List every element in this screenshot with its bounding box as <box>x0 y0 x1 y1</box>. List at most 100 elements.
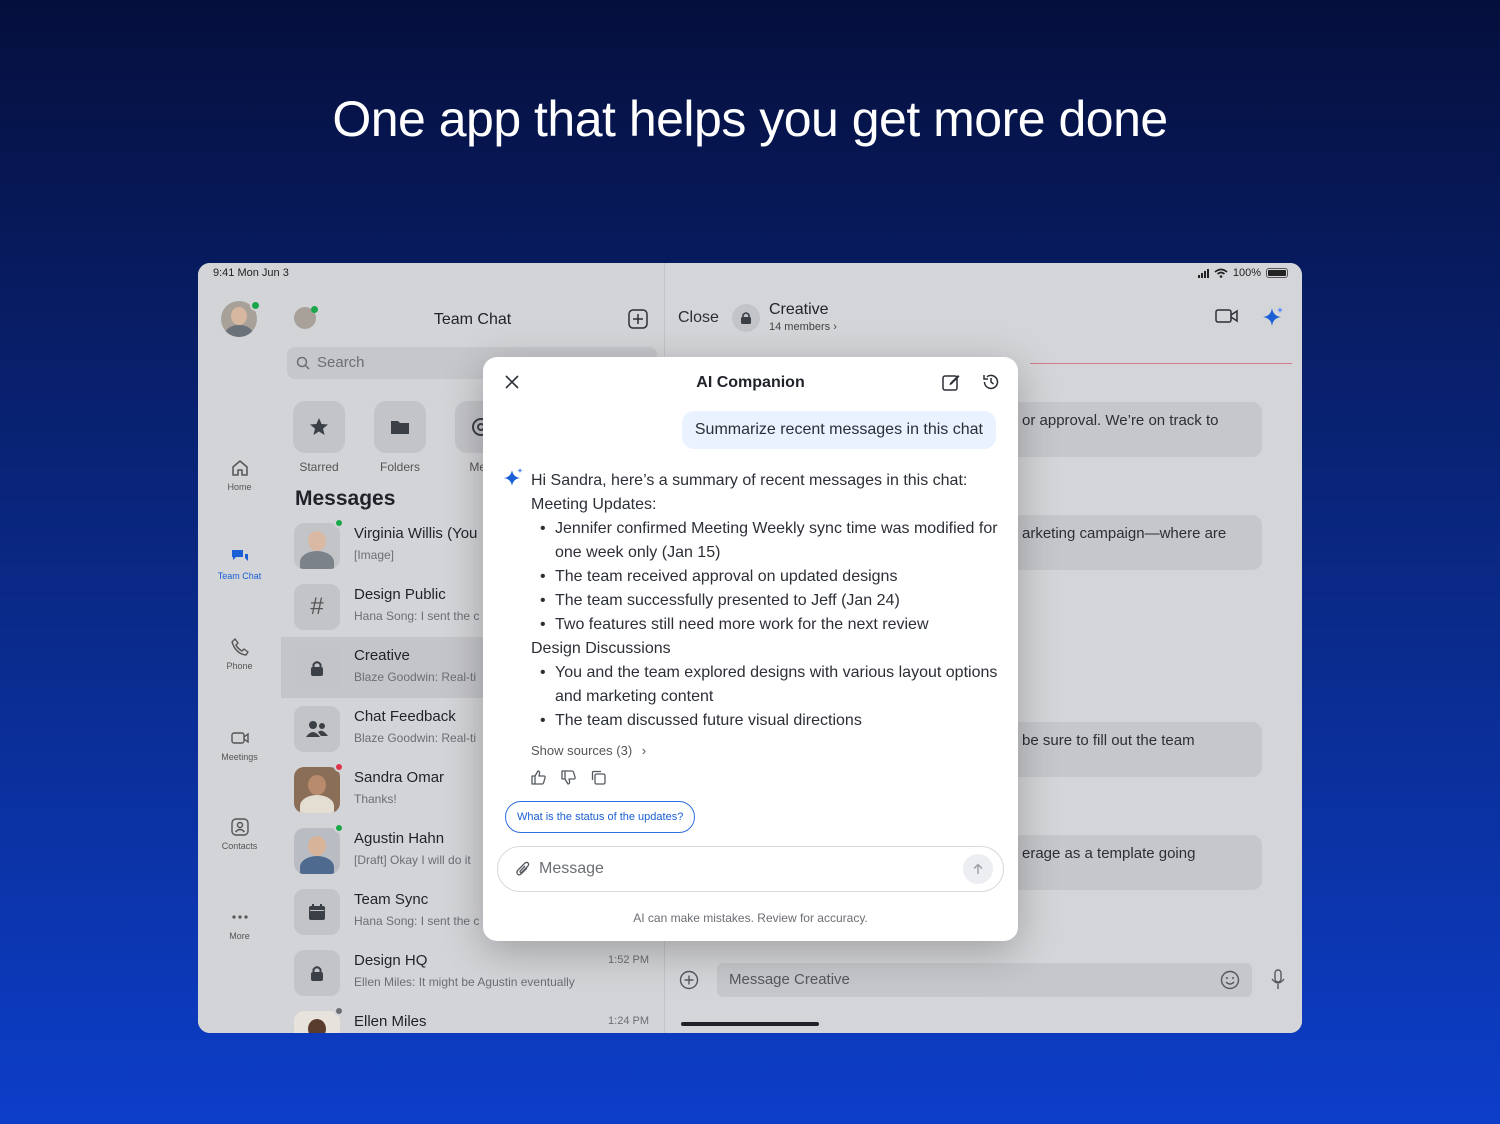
row-name: Ellen Miles <box>354 1013 427 1030</box>
ai-disclaimer: AI can make mistakes. Review for accurac… <box>633 911 868 925</box>
online-status-dot <box>334 518 344 528</box>
chevron-right-icon: › <box>641 743 647 758</box>
list-title: Team Chat <box>433 311 512 328</box>
ai-bullet: The team received approval on updated de… <box>531 565 1001 589</box>
send-button[interactable] <box>963 854 993 884</box>
video-call-icon[interactable] <box>1215 307 1239 325</box>
ai-bullet: Two features still need more work for th… <box>531 613 1001 637</box>
row-preview: [Draft] Okay I will do it <box>354 853 471 867</box>
show-sources-label: Show sources (3) <box>531 743 633 758</box>
row-preview: Ellen Miles: It might be Agustin eventua… <box>354 975 575 989</box>
search-icon <box>296 356 310 370</box>
messages-section-title: Messages <box>295 487 396 510</box>
home-indicator <box>681 1022 819 1026</box>
more-icon <box>231 915 248 919</box>
nav-phone[interactable]: Phone <box>198 637 281 671</box>
row-name: Creative <box>354 647 410 664</box>
emoji-icon[interactable] <box>1220 970 1240 990</box>
message-composer-input[interactable]: Message Creative <box>717 963 1252 997</box>
wifi-icon <box>1214 268 1228 278</box>
message-bubble[interactable]: be sure to fill out the team <box>1010 722 1262 777</box>
paperclip-icon[interactable] <box>515 860 531 878</box>
row-preview: Thanks! <box>354 792 397 806</box>
new-chat-plus-icon[interactable] <box>627 308 649 330</box>
row-name: Virginia Willis (You <box>354 525 478 542</box>
history-icon[interactable] <box>981 372 1001 392</box>
message-bubble[interactable]: arketing campaign—where are <box>1010 515 1262 570</box>
online-status-dot <box>250 300 261 311</box>
ai-bullet: Jennifer confirmed Meeting Weekly sync t… <box>531 517 1001 565</box>
nav-meetings-label: Meetings <box>221 752 258 762</box>
new-messages-divider <box>1030 363 1292 364</box>
avatar <box>294 1011 340 1033</box>
chat-header: Close Creative 14 members › <box>665 301 1302 341</box>
nav-more[interactable]: More <box>198 907 281 941</box>
calendar-icon <box>294 889 340 935</box>
folder-icon <box>391 421 409 434</box>
add-attachment-icon[interactable] <box>679 970 699 990</box>
new-conversation-edit-icon[interactable] <box>941 372 961 392</box>
row-name: Team Sync <box>354 891 429 908</box>
nav-contacts-label: Contacts <box>221 841 258 851</box>
cellular-signal-icon <box>1197 268 1209 278</box>
row-time: 1:24 PM <box>608 1015 649 1027</box>
hashtag-icon: # <box>294 584 340 630</box>
ai-bullet: You and the team explored designs with v… <box>531 661 1001 709</box>
nav-meetings[interactable]: Meetings <box>198 728 281 762</box>
microphone-icon[interactable] <box>1270 969 1286 991</box>
copy-icon[interactable] <box>590 769 607 786</box>
ai-companion-sparkle-icon[interactable] <box>1261 305 1285 329</box>
list-item[interactable]: Ellen Miles 1:24 PM <box>281 1003 665 1033</box>
avatar <box>294 767 340 813</box>
ai-message-input[interactable]: Message <box>497 846 1004 892</box>
composer-placeholder: Message Creative <box>729 971 850 988</box>
row-name: Agustin Hahn <box>354 830 445 847</box>
ai-bullet-list: Jennifer confirmed Meeting Weekly sync t… <box>531 517 1001 637</box>
row-name: Sandra Omar <box>354 769 445 786</box>
quick-folders[interactable]: Folders <box>367 401 433 474</box>
row-preview: Blaze Goodwin: Real-ti <box>354 670 477 684</box>
online-status-dot <box>334 823 344 833</box>
message-bubble[interactable]: or approval. We’re on track to <box>1010 402 1262 457</box>
row-time: 1:52 PM <box>608 954 649 966</box>
quick-starred[interactable]: Starred <box>286 401 352 474</box>
ai-response: Hi Sandra, here’s a summary of recent me… <box>531 469 1001 733</box>
ai-companion-dialog: AI Companion Summarize recent messages i… <box>483 357 1018 941</box>
ai-section-heading: Design Discussions <box>531 640 671 657</box>
thumbs-down-icon[interactable] <box>560 769 577 786</box>
ai-bullet: The team successfully presented to Jeff … <box>531 589 1001 613</box>
nav-contacts[interactable]: Contacts <box>198 817 281 851</box>
nav-team-chat-label: Team Chat <box>217 571 262 581</box>
ai-sparkle-icon <box>504 468 523 486</box>
close-button[interactable]: Close <box>678 309 719 327</box>
search-placeholder: Search <box>317 354 365 371</box>
chat-icon <box>231 550 248 561</box>
row-name: Chat Feedback <box>354 708 456 725</box>
nav-home-label: Home <box>227 482 252 492</box>
row-name: Design Public <box>354 586 446 603</box>
message-bubble[interactable]: erage as a template going <box>1010 835 1262 890</box>
list-header: Team Chat <box>281 301 664 337</box>
row-preview: [Image] <box>354 548 395 562</box>
ai-bullet-list: You and the team explored designs with v… <box>531 661 1001 733</box>
members-link[interactable]: 14 members › <box>769 321 837 333</box>
group-icon <box>294 706 340 752</box>
phone-icon <box>230 638 249 656</box>
ai-intro: Hi Sandra, here’s a summary of recent me… <box>531 472 968 489</box>
nav-home[interactable]: Home <box>198 458 281 492</box>
suggestion-chip[interactable]: What is the status of the updates? <box>505 801 696 833</box>
status-time: 9:41 Mon Jun 3 <box>213 267 289 279</box>
battery-icon <box>1266 268 1288 278</box>
battery-percent: 100% <box>1232 267 1261 279</box>
quick-starred-label: Starred <box>299 460 339 474</box>
status-bar: 9:41 Mon Jun 3 100% <box>198 263 1302 285</box>
show-sources-link[interactable]: Show sources (3) › <box>531 743 646 758</box>
dialog-title: AI Companion <box>696 374 805 391</box>
ai-section-heading: Meeting Updates: <box>531 496 657 513</box>
channel-name[interactable]: Creative <box>769 301 829 319</box>
list-item[interactable]: Design HQ Ellen Miles: It might be Agust… <box>281 942 665 1003</box>
nav-team-chat[interactable]: Team Chat <box>198 547 281 581</box>
thumbs-up-icon[interactable] <box>530 769 547 786</box>
row-preview: Hana Song: I sent the c <box>354 914 480 928</box>
lock-icon <box>732 304 760 332</box>
